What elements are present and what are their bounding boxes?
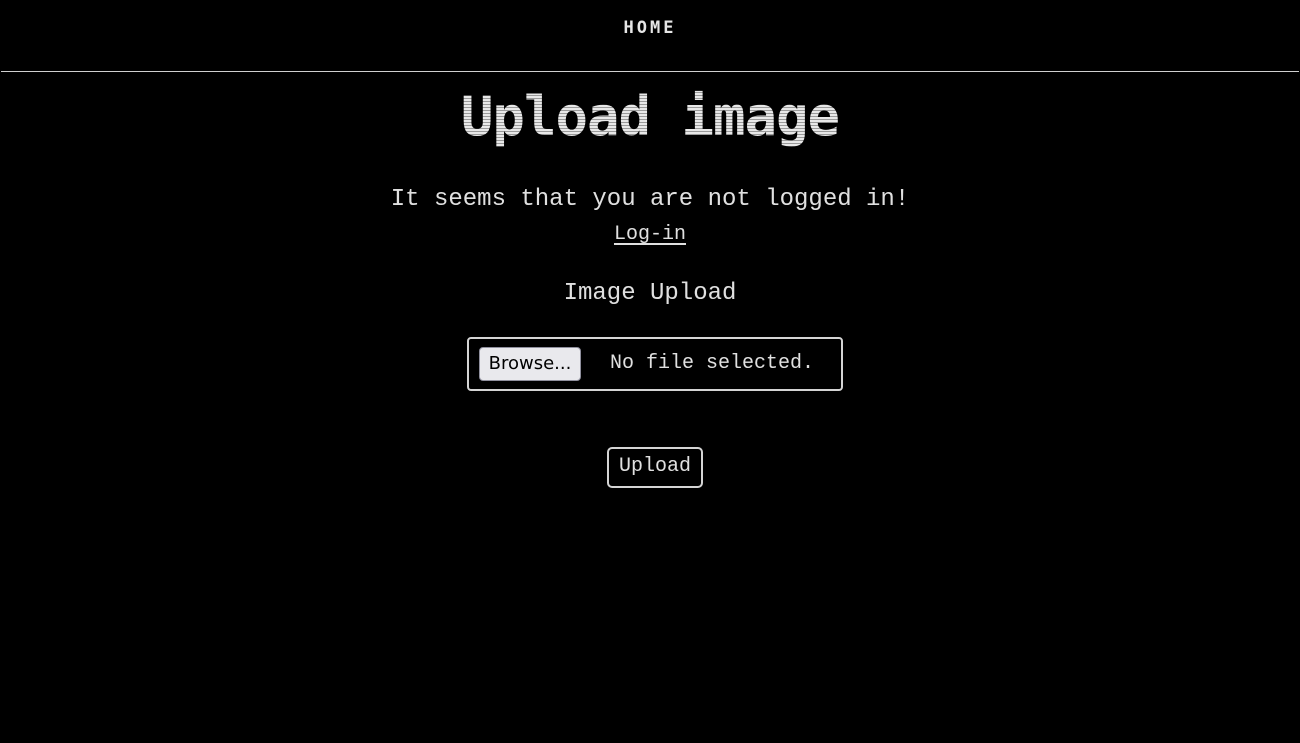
section-title: Image Upload xyxy=(563,280,737,307)
top-nav: HOME xyxy=(0,0,1300,72)
page-title: Upload image xyxy=(0,84,1300,150)
file-input[interactable]: Browse... No file selected. xyxy=(467,337,843,391)
browse-button[interactable]: Browse... xyxy=(479,347,581,381)
not-logged-in-notice: It seems that you are not logged in! xyxy=(390,186,910,213)
upload-button[interactable]: Upload xyxy=(607,447,703,488)
file-status-text: No file selected. xyxy=(610,352,815,375)
login-link[interactable]: Log-in xyxy=(614,223,686,246)
login-link-row: Log-in xyxy=(0,222,1300,247)
nav-home-link[interactable]: HOME xyxy=(0,17,1300,39)
nav-divider xyxy=(1,71,1299,72)
